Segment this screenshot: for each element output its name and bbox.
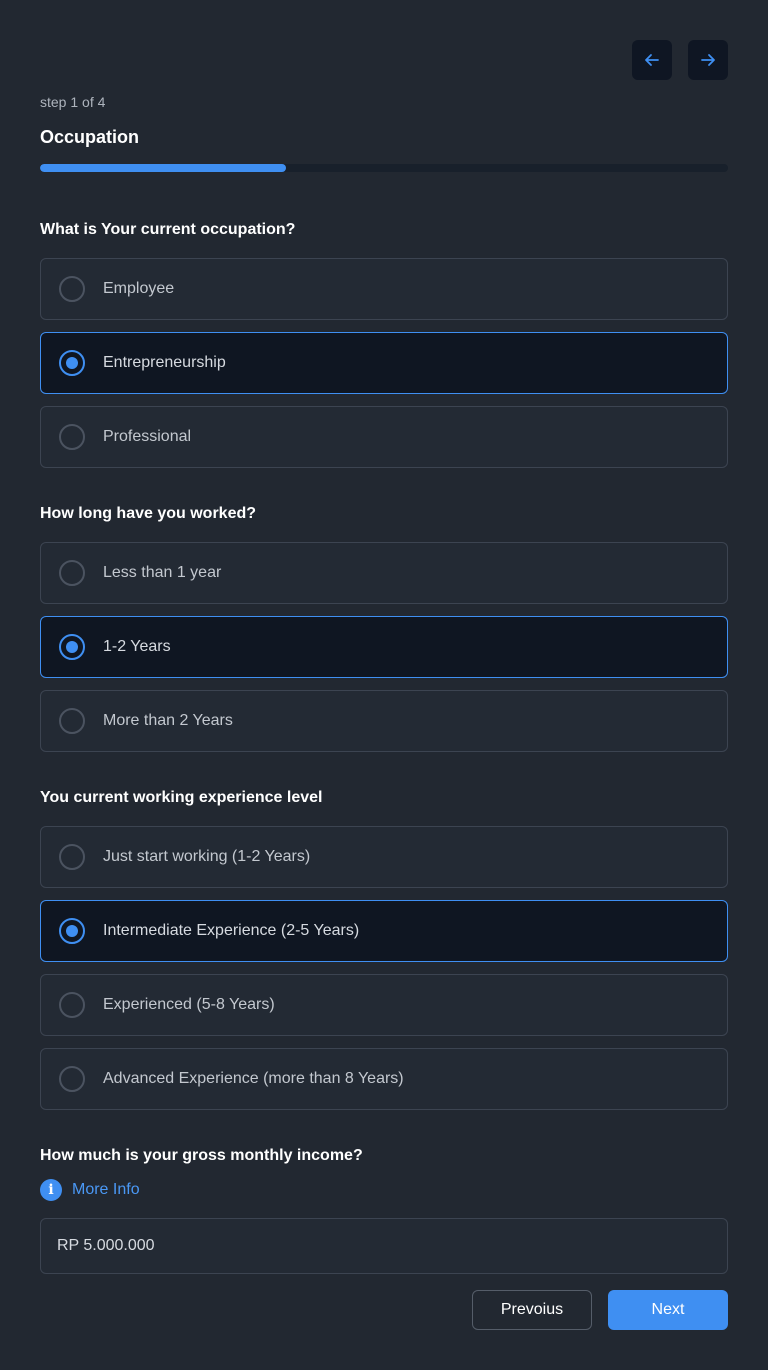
radio-option-label: Intermediate Experience (2-5 Years) bbox=[103, 922, 360, 939]
previous-button[interactable]: Prevoius bbox=[472, 1290, 592, 1330]
question-label: You current working experience level bbox=[40, 789, 323, 806]
radio-button[interactable] bbox=[59, 992, 85, 1018]
radio-group: Just start working (1-2 Years) Intermedia… bbox=[40, 826, 728, 1110]
progress-bar bbox=[40, 164, 728, 172]
back-arrow-button[interactable] bbox=[632, 40, 672, 80]
radio-option-label: Employee bbox=[103, 280, 175, 297]
step-navigation bbox=[632, 40, 728, 80]
radio-option-label: 1-2 Years bbox=[103, 638, 171, 655]
radio-option[interactable]: Entrepreneurship bbox=[40, 332, 728, 394]
more-info-link[interactable]: i More Info bbox=[40, 1178, 728, 1202]
income-question: How much is your gross monthly income? bbox=[40, 1147, 363, 1164]
radio-button[interactable] bbox=[59, 1066, 85, 1092]
radio-option[interactable]: Just start working (1-2 Years) bbox=[40, 826, 728, 888]
questions-container: What is Your current occupation? Employee… bbox=[40, 220, 728, 1110]
radio-button[interactable] bbox=[59, 560, 85, 586]
radio-option-label: Just start working (1-2 Years) bbox=[103, 848, 311, 865]
radio-option[interactable]: Advanced Experience (more than 8 Years) bbox=[40, 1048, 728, 1110]
radio-button[interactable] bbox=[59, 634, 85, 660]
arrow-left-icon bbox=[645, 54, 659, 66]
radio-group: Employee Entrepreneurship Professional bbox=[40, 258, 728, 468]
radio-option[interactable]: Intermediate Experience (2-5 Years) bbox=[40, 900, 728, 962]
question-label: How long have you worked? bbox=[40, 505, 257, 522]
forward-arrow-button[interactable] bbox=[688, 40, 728, 80]
radio-button[interactable] bbox=[59, 424, 85, 450]
form-content: What is Your current occupation? Employee… bbox=[40, 220, 728, 1274]
progress-bar-fill bbox=[40, 164, 286, 172]
step-indicator: step 1 of 4 bbox=[40, 94, 106, 110]
radio-option-label: Experienced (5-8 Years) bbox=[103, 996, 275, 1013]
radio-option[interactable]: Experienced (5-8 Years) bbox=[40, 974, 728, 1036]
info-icon: i bbox=[40, 1179, 62, 1201]
radio-button[interactable] bbox=[59, 350, 85, 376]
radio-option-label: Entrepreneurship bbox=[103, 354, 226, 371]
occupation-form-page: step 1 of 4 Occupation What is Your curr… bbox=[0, 0, 768, 1370]
radio-option[interactable]: 1-2 Years bbox=[40, 616, 728, 678]
radio-button[interactable] bbox=[59, 276, 85, 302]
income-input[interactable] bbox=[40, 1218, 728, 1274]
radio-option[interactable]: Employee bbox=[40, 258, 728, 320]
radio-button[interactable] bbox=[59, 844, 85, 870]
page-title: Occupation bbox=[40, 127, 140, 147]
question-label: What is Your current occupation? bbox=[40, 221, 296, 238]
radio-option-label: More than 2 Years bbox=[103, 712, 233, 729]
arrow-right-icon bbox=[701, 54, 715, 66]
radio-option-label: Professional bbox=[103, 428, 192, 445]
more-info-label: More Info bbox=[72, 1181, 140, 1198]
radio-group: Less than 1 year 1-2 Years More than 2 Yea… bbox=[40, 542, 728, 752]
radio-option[interactable]: Professional bbox=[40, 406, 728, 468]
radio-button[interactable] bbox=[59, 918, 85, 944]
radio-option[interactable]: More than 2 Years bbox=[40, 690, 728, 752]
radio-button[interactable] bbox=[59, 708, 85, 734]
next-button[interactable]: Next bbox=[608, 1290, 728, 1330]
footer-actions: Prevoius Next bbox=[472, 1290, 728, 1330]
radio-option-label: Advanced Experience (more than 8 Years) bbox=[103, 1070, 404, 1087]
radio-option[interactable]: Less than 1 year bbox=[40, 542, 728, 604]
radio-option-label: Less than 1 year bbox=[103, 564, 222, 581]
